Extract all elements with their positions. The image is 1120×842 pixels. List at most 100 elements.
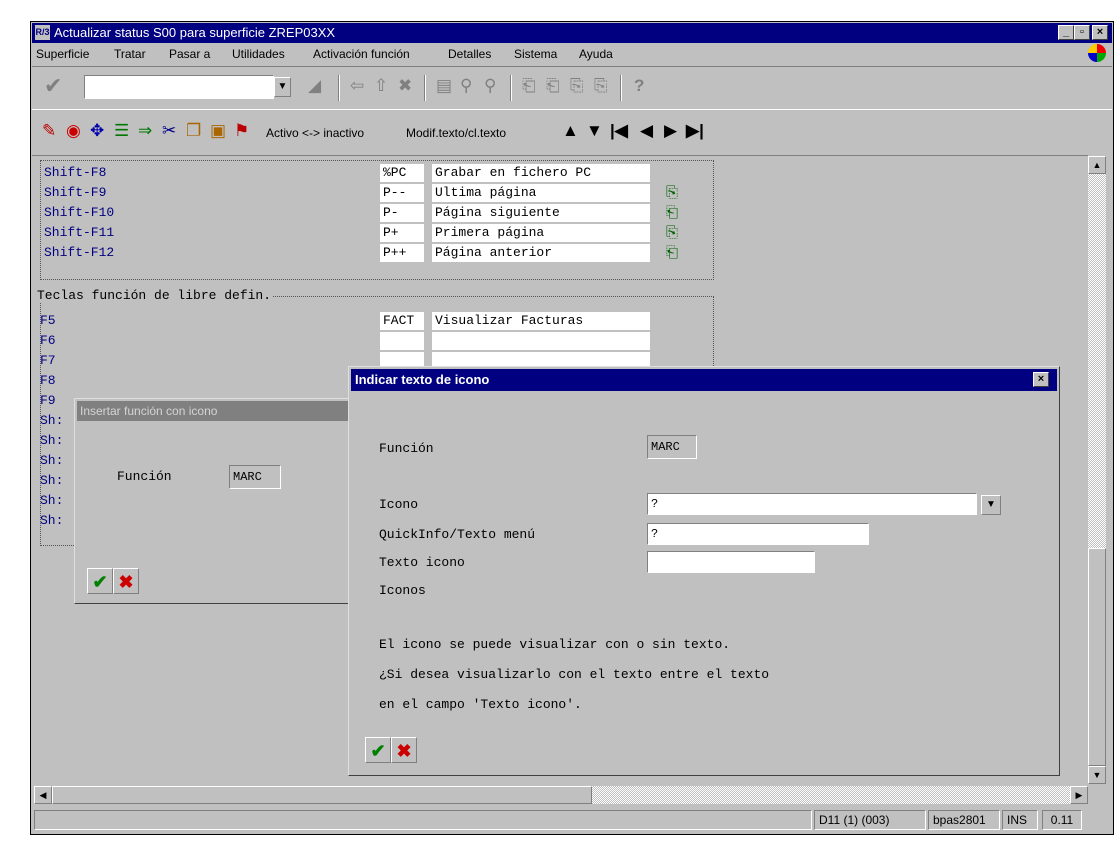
function-code-cell[interactable]: P+ xyxy=(380,224,424,242)
previous-page-icon[interactable]: ⎗ xyxy=(546,75,560,97)
icon-ok-button[interactable]: ✔ xyxy=(365,737,391,763)
menu-utilidades[interactable]: Utilidades xyxy=(232,47,285,61)
shift-key-label: Shift-F11 xyxy=(44,225,115,240)
insert-cancel-button[interactable]: ✖ xyxy=(113,568,139,594)
previous-icon[interactable]: ◀ xyxy=(640,120,653,142)
object-list-icon[interactable]: ☰ xyxy=(114,120,129,142)
cut-icon[interactable]: ✂ xyxy=(162,120,176,142)
insert-icon[interactable]: ⇒ xyxy=(138,120,152,142)
paste-icon[interactable]: ▣ xyxy=(210,120,226,142)
sap-app-icon[interactable]: R/3 xyxy=(35,25,50,40)
first-page-icon[interactable]: ⎗ xyxy=(522,75,536,97)
print-icon[interactable]: ▤ xyxy=(436,75,452,97)
function-code-cell[interactable]: %PC xyxy=(380,164,424,182)
function-code-cell[interactable]: P++ xyxy=(380,244,424,262)
free-key-label: Sh: xyxy=(40,433,64,448)
scroll-left-button[interactable]: ◀ xyxy=(34,786,52,804)
menu-pasar-a[interactable]: Pasar a xyxy=(169,47,210,61)
free-key-label: Sh: xyxy=(40,493,64,508)
last-icon[interactable]: ▶| xyxy=(686,120,704,142)
free-keys-heading: Teclas función de libre defin. xyxy=(37,288,274,303)
shift-key-label: Shift-F12 xyxy=(44,245,115,260)
function-text-cell[interactable]: Página anterior xyxy=(432,244,650,262)
insert-ok-button[interactable]: ✔ xyxy=(87,568,113,594)
enter-checkmark-icon[interactable]: ✔ xyxy=(44,75,62,97)
icon-dialog-close-button[interactable]: × xyxy=(1033,372,1049,387)
free-text-cell[interactable]: Visualizar Facturas xyxy=(432,312,650,330)
free-key-label: Sh: xyxy=(40,413,64,428)
menu-superficie[interactable]: Superficie xyxy=(36,47,89,61)
move-down-icon[interactable]: ▼ xyxy=(586,120,603,142)
modif-texto-button[interactable]: Modif.texto/cl.texto xyxy=(406,126,506,140)
free-key-label: F5 xyxy=(40,313,56,328)
icon-funcion-label: Función xyxy=(379,441,434,456)
free-code-cell[interactable] xyxy=(380,332,424,350)
horizontal-scroll-thumb[interactable] xyxy=(52,786,592,804)
command-field[interactable] xyxy=(84,75,274,99)
close-button[interactable]: × xyxy=(1092,25,1108,40)
copy-icon[interactable]: ❐ xyxy=(186,120,201,142)
last-page-arrow-icon: ⎗ xyxy=(666,244,679,261)
activate-icon[interactable]: ◉ xyxy=(66,120,81,142)
function-code-cell[interactable]: P-- xyxy=(380,184,424,202)
next-page-icon[interactable]: ⎘ xyxy=(570,75,584,97)
minimize-button[interactable]: _ xyxy=(1058,25,1074,40)
quickinfo-label: QuickInfo/Texto menú xyxy=(379,527,536,542)
last-page-icon[interactable]: ⎘ xyxy=(594,75,608,97)
menu-detalles[interactable]: Detalles xyxy=(448,47,491,61)
back-icon[interactable]: ⇦ xyxy=(350,75,364,97)
vertical-scrollbar[interactable]: ▲ ▼ xyxy=(1088,156,1106,784)
insert-function-dialog: Insertar función con icono Función MARC … xyxy=(74,398,352,604)
icon-cancel-button[interactable]: ✖ xyxy=(391,737,417,763)
menu-activacion-funcion[interactable]: Activación función xyxy=(313,47,410,61)
find-icon[interactable]: ⚲ xyxy=(460,75,472,97)
exit-icon[interactable]: ⇧ xyxy=(374,75,388,97)
find-next-icon[interactable]: ⚲ xyxy=(484,75,496,97)
first-icon[interactable]: |◀ xyxy=(610,120,628,142)
icono-input[interactable]: ? xyxy=(647,493,977,515)
function-text-cell[interactable]: Grabar en fichero PC xyxy=(432,164,650,182)
check-syntax-icon[interactable]: ✎ xyxy=(42,120,56,142)
menu-sistema[interactable]: Sistema xyxy=(514,47,557,61)
horizontal-scrollbar[interactable]: ◀ ▶ xyxy=(34,786,1088,804)
status-mode: INS xyxy=(1002,810,1038,830)
help-icon[interactable]: ? xyxy=(634,75,644,97)
function-code-cell[interactable]: P- xyxy=(380,204,424,222)
free-key-label: Sh: xyxy=(40,453,64,468)
move-up-icon[interactable]: ▲ xyxy=(562,120,579,142)
function-text-cell[interactable]: Primera página xyxy=(432,224,650,242)
sap-logo-icon xyxy=(1088,44,1106,62)
function-text-cell[interactable]: Ultima página xyxy=(432,184,650,202)
icon-text-dialog: Indicar texto de icono × Función MARC Ic… xyxy=(348,366,1060,776)
texto-icono-label: Texto icono xyxy=(379,555,465,570)
status-message-area xyxy=(34,810,812,830)
insert-funcion-field[interactable]: MARC xyxy=(229,465,281,489)
free-key-label: F7 xyxy=(40,353,56,368)
cancel-icon[interactable]: ✖ xyxy=(398,75,412,97)
previous-page-arrow-icon: ⎗ xyxy=(666,204,679,221)
where-used-icon[interactable]: ✥ xyxy=(90,120,104,142)
menu-tratar[interactable]: Tratar xyxy=(114,47,146,61)
free-code-cell[interactable]: FACT xyxy=(380,312,424,330)
scroll-down-button[interactable]: ▼ xyxy=(1088,766,1106,784)
vertical-scroll-thumb[interactable] xyxy=(1088,548,1106,766)
icon-funcion-field: MARC xyxy=(647,435,697,459)
maximize-button[interactable]: ▫ xyxy=(1074,25,1090,40)
stamp-icon[interactable]: ⚑ xyxy=(234,120,249,142)
command-dropdown-button[interactable]: ▼ xyxy=(274,77,291,97)
free-text-cell[interactable] xyxy=(432,332,650,350)
first-page-arrow-icon: ⎘ xyxy=(666,184,679,201)
icono-dropdown-button[interactable]: ▼ xyxy=(981,495,1001,515)
function-text-cell[interactable]: Página siguiente xyxy=(432,204,650,222)
menu-ayuda[interactable]: Ayuda xyxy=(579,47,613,61)
application-toolbar: ✎ ◉ ✥ ☰ ⇒ ✂ ❐ ▣ ⚑ Activo <-> inactivo Mo… xyxy=(32,112,1112,154)
quickinfo-input[interactable]: ? xyxy=(647,523,869,545)
free-key-label: Sh: xyxy=(40,513,64,528)
next-icon[interactable]: ▶ xyxy=(664,120,677,142)
scroll-up-button[interactable]: ▲ xyxy=(1088,156,1106,174)
scroll-right-button[interactable]: ▶ xyxy=(1070,786,1088,804)
texto-icono-input[interactable] xyxy=(647,551,815,573)
info-line-1: El icono se puede visualizar con o sin t… xyxy=(379,637,731,652)
activo-inactivo-button[interactable]: Activo <-> inactivo xyxy=(266,126,364,140)
save-icon[interactable]: ◢ xyxy=(308,75,321,97)
